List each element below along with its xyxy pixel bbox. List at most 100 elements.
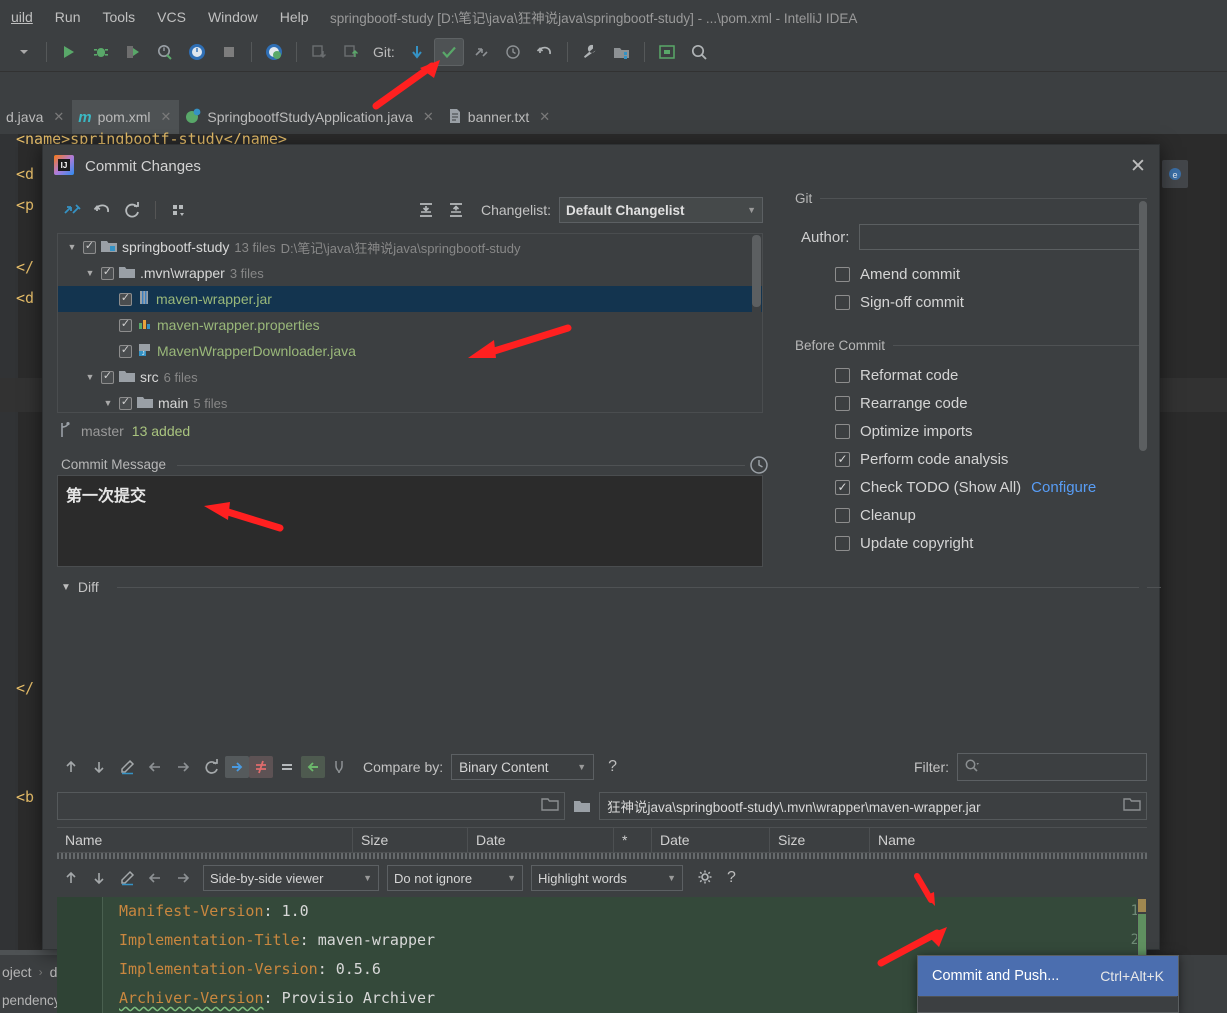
run-icon[interactable] <box>54 38 84 66</box>
close-icon[interactable]: ✕ <box>1125 153 1151 179</box>
author-input[interactable] <box>859 224 1147 250</box>
checkbox[interactable] <box>835 507 850 523</box>
edit-source-icon[interactable] <box>113 754 141 780</box>
highlight-mode-dropdown[interactable]: Highlight words ▼ <box>531 865 683 891</box>
debug-icon[interactable] <box>86 38 116 66</box>
profile-icon[interactable] <box>150 38 180 66</box>
menu-item-tools[interactable]: Tools <box>91 9 146 25</box>
editor-tab-banner-txt[interactable]: banner.txt ✕ <box>442 100 558 134</box>
checkbox[interactable] <box>835 294 850 310</box>
merge-icon[interactable] <box>325 754 353 780</box>
option-check-todo[interactable]: Check TODO (Show All) Configure <box>795 473 1147 501</box>
tree-row-mvn-wrapper[interactable]: ▼ .mvn\wrapper 3 files <box>58 260 762 286</box>
stop-icon[interactable] <box>214 38 244 66</box>
edit-source-icon[interactable] <box>113 865 141 891</box>
changelist-dropdown[interactable]: Default Changelist ▼ <box>559 197 763 223</box>
viewer-help-icon[interactable]: ? <box>727 869 736 887</box>
tree-scrollbar-thumb[interactable] <box>752 235 761 307</box>
back-icon[interactable] <box>141 865 169 891</box>
spring-boot-run-icon[interactable] <box>259 38 289 66</box>
option-perform-code-analysis[interactable]: Perform code analysis <box>795 445 1147 473</box>
expand-all-icon[interactable] <box>411 196 441 224</box>
checkbox[interactable] <box>835 266 850 282</box>
diff-help-icon[interactable]: ? <box>608 758 617 776</box>
refresh-icon[interactable] <box>197 754 225 780</box>
option-sign-off-commit[interactable]: Sign-off commit <box>795 288 1147 316</box>
close-icon[interactable]: ✕ <box>539 109 550 125</box>
tree-checkbox[interactable] <box>119 318 132 332</box>
tree-row-src[interactable]: ▼ src 6 files <box>58 364 762 390</box>
column-header-size-left[interactable]: Size <box>353 827 468 853</box>
menu-item-build[interactable]: uild <box>0 9 44 25</box>
checkbox[interactable] <box>835 479 850 495</box>
editor-tab-d-java[interactable]: d.java ✕ <box>0 100 72 134</box>
clock-icon[interactable] <box>749 455 769 475</box>
forward-icon[interactable] <box>169 754 197 780</box>
tree-checkbox[interactable] <box>119 396 132 410</box>
chevron-down-icon[interactable]: ▼ <box>66 242 78 252</box>
configure-link[interactable]: Configure <box>1031 479 1096 496</box>
git-update-icon[interactable] <box>402 38 432 66</box>
next-diff-icon[interactable] <box>85 754 113 780</box>
terminal-icon[interactable] <box>652 38 682 66</box>
editor-inlay-icon[interactable]: e <box>1162 160 1188 188</box>
run-dashboard-icon[interactable] <box>182 38 212 66</box>
checkbox[interactable] <box>835 423 850 439</box>
copy-right-icon[interactable] <box>225 756 249 778</box>
ignore-mode-dropdown[interactable]: Do not ignore ▼ <box>387 865 523 891</box>
tree-row-project[interactable]: ▼ springbootf-study 13 files D:\笔记\java\… <box>58 234 762 260</box>
copy-left-icon[interactable] <box>301 756 325 778</box>
option-update-copyright[interactable]: Update copyright <box>795 529 1147 557</box>
tree-row-maven-wrapper-properties[interactable]: maven-wrapper.properties <box>58 312 762 338</box>
tree-checkbox[interactable] <box>101 266 114 280</box>
settings-wrench-icon[interactable] <box>575 38 605 66</box>
revert-icon[interactable] <box>87 196 117 224</box>
checkbox[interactable] <box>835 367 850 383</box>
column-header-name-left[interactable]: Name <box>57 827 353 853</box>
prev-diff-icon[interactable] <box>57 754 85 780</box>
git-commit-icon[interactable] <box>433 38 464 66</box>
search-everywhere-icon[interactable] <box>684 38 714 66</box>
forward-icon[interactable] <box>169 865 197 891</box>
tree-row-mavenwrapperdownloader-java[interactable]: J MavenWrapperDownloader.java <box>58 338 762 364</box>
menu-item-vcs[interactable]: VCS <box>146 9 197 25</box>
column-header-star[interactable]: * <box>614 827 652 853</box>
toolbar-dropdown-icon[interactable] <box>9 38 39 66</box>
prev-diff-icon[interactable] <box>57 865 85 891</box>
collapse-all-icon[interactable] <box>441 196 471 224</box>
filter-input[interactable] <box>957 753 1147 781</box>
viewer-mode-dropdown[interactable]: Side-by-side viewer ▼ <box>203 865 379 891</box>
close-icon[interactable]: ✕ <box>53 109 64 125</box>
options-scrollbar-thumb[interactable] <box>1139 201 1147 451</box>
column-header-date-right[interactable]: Date <box>652 827 770 853</box>
checkbox[interactable] <box>835 451 850 467</box>
run-with-coverage-icon[interactable] <box>118 38 148 66</box>
menu-item-commit-and-push[interactable]: Commit and Push... Ctrl+Alt+K <box>918 956 1178 996</box>
gear-icon[interactable] <box>691 865 719 891</box>
commit-changes-toolbar-icon[interactable] <box>336 38 366 66</box>
changed-files-tree[interactable]: ▼ springbootf-study 13 files D:\笔记\java\… <box>57 233 763 413</box>
commit-message-input[interactable]: 第一次提交 <box>57 475 763 567</box>
chevron-down-icon[interactable]: ▼ <box>84 268 96 278</box>
tree-checkbox[interactable] <box>119 292 132 306</box>
compare-by-dropdown[interactable]: Binary Content ▼ <box>451 754 595 780</box>
menu-item-window[interactable]: Window <box>197 9 269 25</box>
git-history-icon[interactable] <box>498 38 528 66</box>
project-structure-icon[interactable] <box>607 38 637 66</box>
option-optimize-imports[interactable]: Optimize imports <box>795 417 1147 445</box>
column-header-size-right[interactable]: Size <box>770 827 870 853</box>
option-rearrange-code[interactable]: Rearrange code <box>795 389 1147 417</box>
chevron-down-icon[interactable]: ▼ <box>102 398 114 408</box>
menu-item-help[interactable]: Help <box>269 9 320 25</box>
back-icon[interactable] <box>141 754 169 780</box>
breadcrumb-item-project[interactable]: oject <box>0 964 32 980</box>
diff-splitter-handle[interactable] <box>57 853 1147 859</box>
chevron-down-icon[interactable]: ▼ <box>84 372 96 382</box>
checkbox[interactable] <box>835 535 850 551</box>
git-rollback-icon[interactable] <box>530 38 560 66</box>
diff-section-toggle[interactable]: ▼ Diff <box>61 579 99 595</box>
update-project-icon[interactable] <box>304 38 334 66</box>
browse-folder-icon[interactable] <box>1123 797 1141 815</box>
option-reformat-code[interactable]: Reformat code <box>795 361 1147 389</box>
browse-folder-icon[interactable] <box>541 797 559 815</box>
